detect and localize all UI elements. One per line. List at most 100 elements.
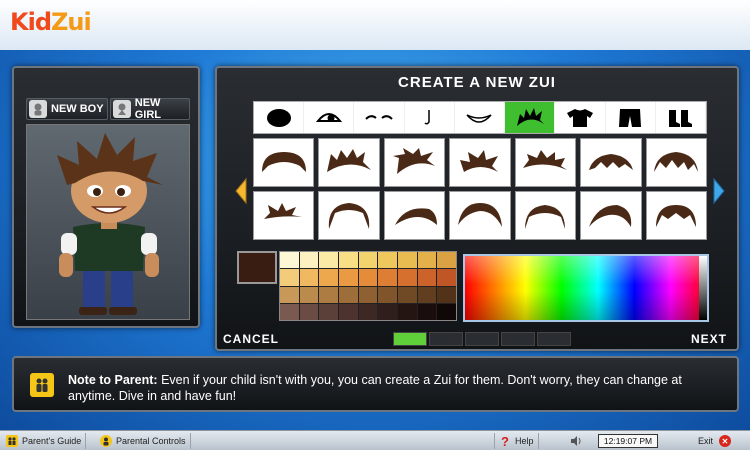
- hair-option[interactable]: [514, 138, 577, 187]
- sound-button[interactable]: [566, 433, 590, 449]
- category-shoes[interactable]: [656, 102, 706, 133]
- family-icon: [6, 435, 18, 447]
- shoes-icon: [669, 109, 693, 127]
- hair-option[interactable]: [449, 191, 511, 240]
- color-swatch[interactable]: [319, 286, 338, 303]
- color-swatch[interactable]: [299, 252, 319, 269]
- color-swatch-palette: [279, 251, 457, 321]
- new-boy-button[interactable]: NEW BOY: [26, 98, 108, 120]
- kidzui-logo[interactable]: KidZui: [10, 8, 92, 36]
- color-swatch[interactable]: [397, 252, 417, 269]
- color-swatch[interactable]: [299, 269, 319, 286]
- color-swatch[interactable]: [358, 269, 378, 286]
- hair-option[interactable]: [580, 138, 642, 187]
- new-girl-label: NEW GIRL: [134, 97, 162, 121]
- color-swatch[interactable]: [280, 252, 299, 269]
- feature-category-bar: [253, 101, 707, 134]
- hair-option[interactable]: [253, 138, 315, 187]
- color-swatch[interactable]: [437, 252, 456, 269]
- color-swatch[interactable]: [378, 303, 397, 320]
- category-head-shape[interactable]: [254, 102, 305, 133]
- category-pants[interactable]: [606, 102, 656, 133]
- step-progress-indicator: [393, 332, 571, 346]
- color-swatch[interactable]: [299, 303, 319, 320]
- color-swatch[interactable]: [338, 269, 358, 286]
- hair-style-icon: [656, 204, 697, 227]
- color-swatch[interactable]: [319, 252, 338, 269]
- hair-option[interactable]: [253, 191, 315, 240]
- help-label: Help: [515, 436, 534, 446]
- hair-style-icon: [525, 204, 566, 229]
- hair-option[interactable]: [318, 191, 380, 240]
- category-eyes[interactable]: [304, 102, 355, 133]
- hair-option[interactable]: [580, 191, 642, 240]
- color-swatch[interactable]: [417, 252, 437, 269]
- next-button[interactable]: NEXT: [691, 332, 727, 346]
- parents-guide-button[interactable]: Parent's Guide: [2, 433, 87, 449]
- hair-option[interactable]: [645, 138, 707, 187]
- exit-button[interactable]: Exit ✕: [694, 433, 739, 449]
- category-hair[interactable]: [505, 102, 556, 133]
- color-swatch[interactable]: [437, 286, 456, 303]
- hair-icon: [516, 107, 544, 126]
- close-icon: ✕: [719, 435, 732, 447]
- hair-option[interactable]: [645, 191, 707, 240]
- hair-option[interactable]: [514, 191, 577, 240]
- boy-icon: [29, 100, 47, 118]
- arrow-left-icon: [235, 177, 247, 205]
- color-swatch[interactable]: [358, 303, 378, 320]
- category-nose[interactable]: [405, 102, 455, 133]
- progress-step: [537, 332, 571, 346]
- parental-controls-button[interactable]: Parental Controls: [96, 433, 191, 449]
- color-swatch[interactable]: [280, 286, 299, 303]
- eye-icon: [315, 112, 342, 122]
- bottom-taskbar: Parent's Guide Parental Controls ? Help …: [0, 430, 750, 450]
- new-girl-button[interactable]: NEW GIRL: [110, 97, 190, 121]
- girl-icon: [113, 100, 131, 118]
- color-swatch[interactable]: [437, 303, 456, 320]
- color-swatch[interactable]: [319, 303, 338, 320]
- hair-option[interactable]: [383, 191, 446, 240]
- color-swatch[interactable]: [338, 286, 358, 303]
- exit-label: Exit: [698, 436, 714, 446]
- color-swatch[interactable]: [378, 252, 397, 269]
- color-swatch[interactable]: [338, 252, 358, 269]
- color-swatch[interactable]: [417, 269, 437, 286]
- color-swatch[interactable]: [378, 286, 397, 303]
- parental-controls-label: Parental Controls: [116, 436, 186, 446]
- color-swatch[interactable]: [280, 269, 299, 286]
- color-spectrum-picker[interactable]: [463, 254, 709, 322]
- category-shirt[interactable]: [555, 102, 606, 133]
- color-swatch[interactable]: [299, 286, 319, 303]
- color-swatch[interactable]: [338, 303, 358, 320]
- color-swatch[interactable]: [397, 286, 417, 303]
- color-swatch[interactable]: [378, 269, 397, 286]
- logo-text-zui: Zui: [51, 8, 92, 36]
- color-swatch[interactable]: [437, 269, 456, 286]
- color-swatch[interactable]: [358, 252, 378, 269]
- category-eyebrows[interactable]: [354, 102, 405, 133]
- category-mouth[interactable]: [455, 102, 506, 133]
- color-swatch[interactable]: [417, 286, 437, 303]
- next-page-arrow[interactable]: [711, 176, 727, 206]
- hair-option[interactable]: [449, 138, 511, 187]
- hair-style-icon: [328, 202, 370, 229]
- color-swatch[interactable]: [280, 303, 299, 320]
- help-button[interactable]: ? Help: [494, 433, 539, 449]
- cancel-button[interactable]: CANCEL: [223, 332, 279, 346]
- color-swatch[interactable]: [319, 269, 338, 286]
- progress-step: [501, 332, 535, 346]
- hair-style-icon: [654, 151, 699, 172]
- color-swatch[interactable]: [417, 303, 437, 320]
- hair-style-icon: [523, 149, 568, 170]
- eyebrow-icon: [365, 114, 393, 120]
- hair-option[interactable]: [318, 138, 380, 187]
- prev-page-arrow[interactable]: [233, 176, 249, 206]
- brightness-strip[interactable]: [699, 256, 707, 320]
- color-swatch[interactable]: [358, 286, 378, 303]
- color-swatch[interactable]: [397, 303, 417, 320]
- hair-style-icon: [588, 204, 632, 227]
- note-text: Note to Parent: Even if your child isn't…: [68, 372, 728, 404]
- hair-option[interactable]: [383, 138, 446, 187]
- color-swatch[interactable]: [397, 269, 417, 286]
